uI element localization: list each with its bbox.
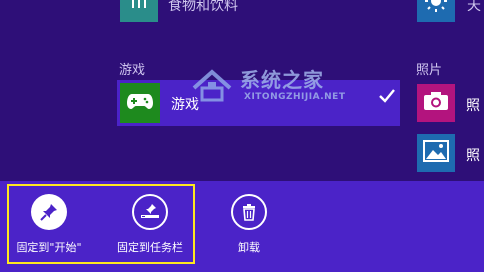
uninstall-label: 卸载: [238, 241, 260, 254]
watermark-logo: 系统之家 XITONGZHIJIA.NET: [190, 64, 380, 108]
app-label-weather[interactable]: 天: [467, 0, 481, 15]
uninstall-button[interactable]: 卸载: [209, 194, 289, 255]
xbox-games-icon: [127, 92, 153, 114]
photos-icon: [423, 140, 449, 166]
checkmark-icon: [379, 88, 395, 107]
camera-icon: [423, 91, 449, 115]
pin-to-taskbar-label: 固定到任务栏: [117, 241, 183, 254]
pin-to-start-button[interactable]: 固定到"开始": [9, 194, 89, 255]
camera-tile[interactable]: [417, 84, 455, 122]
photos-tile[interactable]: [417, 134, 455, 172]
app-label-photos[interactable]: 照: [466, 145, 480, 165]
watermark-url: XITONGZHIJIA.NET: [244, 92, 346, 102]
trash-icon: [231, 194, 267, 230]
weather-sun-icon: [423, 0, 449, 18]
weather-tile[interactable]: [417, 0, 455, 22]
pin-to-taskbar-icon: [132, 194, 168, 230]
food-drink-icon: [129, 0, 149, 15]
group-header-games: 游戏: [119, 63, 146, 78]
group-header-photos: 照片: [416, 63, 443, 78]
app-label-food-drink[interactable]: 食物和饮料: [168, 0, 238, 15]
app-label-camera[interactable]: 照: [466, 95, 480, 115]
xbox-tile: [120, 83, 160, 123]
food-drink-tile[interactable]: [120, 0, 158, 22]
watermark-house-icon: [190, 68, 234, 108]
pin-to-start-label: 固定到"开始": [16, 241, 82, 254]
watermark-title: 系统之家: [240, 68, 324, 92]
pin-icon: [31, 194, 67, 230]
app-bar: 固定到"开始" 固定到任务栏 卸载: [0, 181, 484, 272]
pin-to-taskbar-button[interactable]: 固定到任务栏: [110, 194, 190, 255]
